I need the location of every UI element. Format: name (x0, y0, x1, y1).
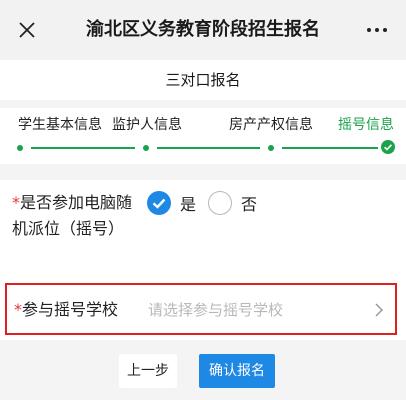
check-circle-icon (381, 140, 395, 154)
step-connector (31, 147, 135, 149)
previous-step-button[interactable]: 上一步 (119, 354, 177, 388)
radio-no-label: 否 (241, 195, 258, 214)
lottery-participation-label-text: 是否参加电脑随机派位（摇号） (12, 193, 133, 238)
close-icon (19, 22, 35, 38)
step-dot (268, 145, 274, 151)
required-mark: * (12, 193, 20, 212)
radio-unchecked-icon (208, 191, 232, 215)
step-connector (282, 147, 378, 149)
step-connector (157, 147, 260, 149)
step-dot (17, 145, 23, 151)
radio-no[interactable]: 否 (208, 190, 257, 216)
step-label-property-info: 房产产权信息 (229, 117, 313, 133)
radio-yes[interactable]: 是 (147, 190, 196, 216)
step-dot (143, 145, 149, 151)
divider (0, 100, 406, 108)
step-label-student-info: 学生基本信息 (18, 117, 102, 133)
more-button[interactable] (364, 18, 390, 42)
step-progress: 学生基本信息 监护人信息 房产产权信息 摇号信息 (0, 108, 406, 164)
lottery-school-select[interactable]: 请选择参与摇号学校 (148, 297, 358, 323)
lottery-school-label: *参与摇号学校 (14, 297, 118, 323)
radio-checked-icon (147, 191, 171, 215)
top-bar: 渝北区义务教育阶段招生报名 (0, 0, 406, 60)
lottery-school-field[interactable]: *参与摇号学校 请选择参与摇号学校 (5, 283, 397, 335)
confirm-registration-button[interactable]: 确认报名 (199, 354, 275, 388)
form-subtitle: 三对口报名 (0, 60, 406, 100)
footer-actions: 上一步 确认报名 (0, 340, 406, 400)
step-label-lottery-info: 摇号信息 (338, 117, 394, 133)
required-mark: * (14, 300, 22, 319)
close-button[interactable] (14, 17, 40, 43)
radio-yes-label: 是 (180, 195, 197, 214)
lottery-school-label-text: 参与摇号学校 (22, 300, 119, 319)
chevron-right-icon (375, 303, 384, 317)
step-label-guardian-info: 监护人信息 (112, 117, 182, 133)
more-icon (367, 28, 387, 32)
divider (0, 164, 406, 180)
lottery-participation-field: *是否参加电脑随机派位（摇号） 是 否 (0, 180, 406, 276)
page-title: 渝北区义务教育阶段招生报名 (86, 19, 320, 40)
lottery-participation-label: *是否参加电脑随机派位（摇号） (12, 190, 132, 242)
